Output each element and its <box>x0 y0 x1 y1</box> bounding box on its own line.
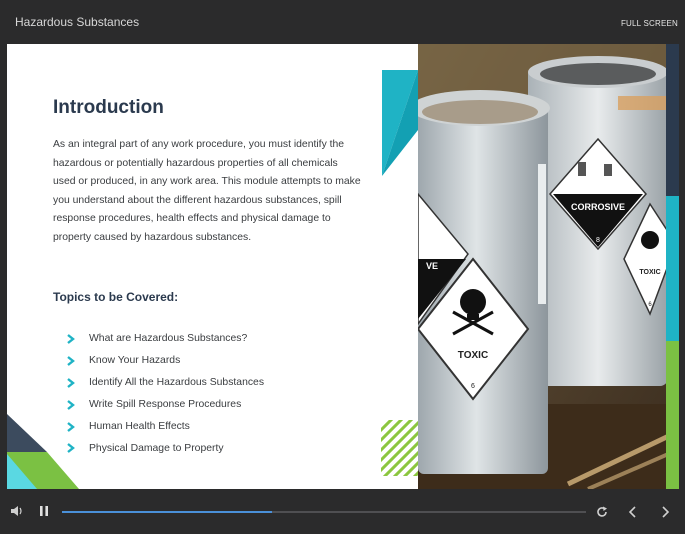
topic-label: Identify All the Hazardous Substances <box>89 377 265 389</box>
topic-label: Write Spill Response Procedures <box>89 399 242 411</box>
accent-strip <box>666 44 679 489</box>
chevron-right-icon <box>66 443 89 454</box>
chevron-right-icon <box>66 377 89 388</box>
class-8-label: 8 <box>596 237 600 244</box>
toxic-back-label: TOXIC <box>639 269 660 276</box>
toxic-front-label: TOXIC <box>458 350 488 361</box>
list-item: Know Your Hazards <box>66 350 264 372</box>
list-item: What are Hazardous Substances? <box>66 328 264 350</box>
seek-progress <box>62 511 272 513</box>
pause-icon[interactable] <box>37 504 51 518</box>
chevron-right-icon <box>66 399 89 410</box>
list-item: Write Spill Response Procedures <box>66 394 264 416</box>
list-item: Human Health Effects <box>66 416 264 438</box>
next-icon[interactable] <box>657 504 673 520</box>
volume-icon[interactable] <box>9 504 25 518</box>
list-item: Physical Damage to Property <box>66 437 264 459</box>
chevron-right-icon <box>66 421 89 432</box>
topic-list: What are Hazardous Substances? Know Your… <box>66 328 264 459</box>
chevron-right-icon <box>66 334 89 344</box>
title-bar: Hazardous Substances FULL SCREEN <box>0 0 685 44</box>
partial-hazard-label: VE <box>426 261 438 271</box>
previous-icon[interactable] <box>625 504 641 520</box>
player-controls <box>0 489 685 534</box>
slide: Introduction As an integral part of any … <box>7 44 679 489</box>
topic-label: Physical Damage to Property <box>89 442 224 454</box>
chevron-right-icon <box>66 355 89 366</box>
hazard-containers-photo: CORROSIVE 8 TOXIC 6 VE TOXIC 6 <box>418 44 673 489</box>
topic-label: Know Your Hazards <box>89 355 181 367</box>
course-title: Hazardous Substances <box>15 15 140 29</box>
topic-label: Human Health Effects <box>89 421 190 432</box>
seek-bar[interactable] <box>62 511 586 513</box>
intro-paragraph: As an integral part of any work procedur… <box>53 139 361 243</box>
topics-heading: Topics to be Covered: <box>53 290 179 304</box>
topic-label: What are Hazardous Substances? <box>89 333 248 345</box>
replay-icon[interactable] <box>594 504 610 520</box>
corrosive-label: CORROSIVE <box>571 202 625 212</box>
slide-heading: Introduction <box>53 97 164 118</box>
fullscreen-button[interactable]: FULL SCREEN <box>621 19 678 28</box>
list-item: Identify All the Hazardous Substances <box>66 372 264 394</box>
class-6-front-label: 6 <box>471 383 475 390</box>
